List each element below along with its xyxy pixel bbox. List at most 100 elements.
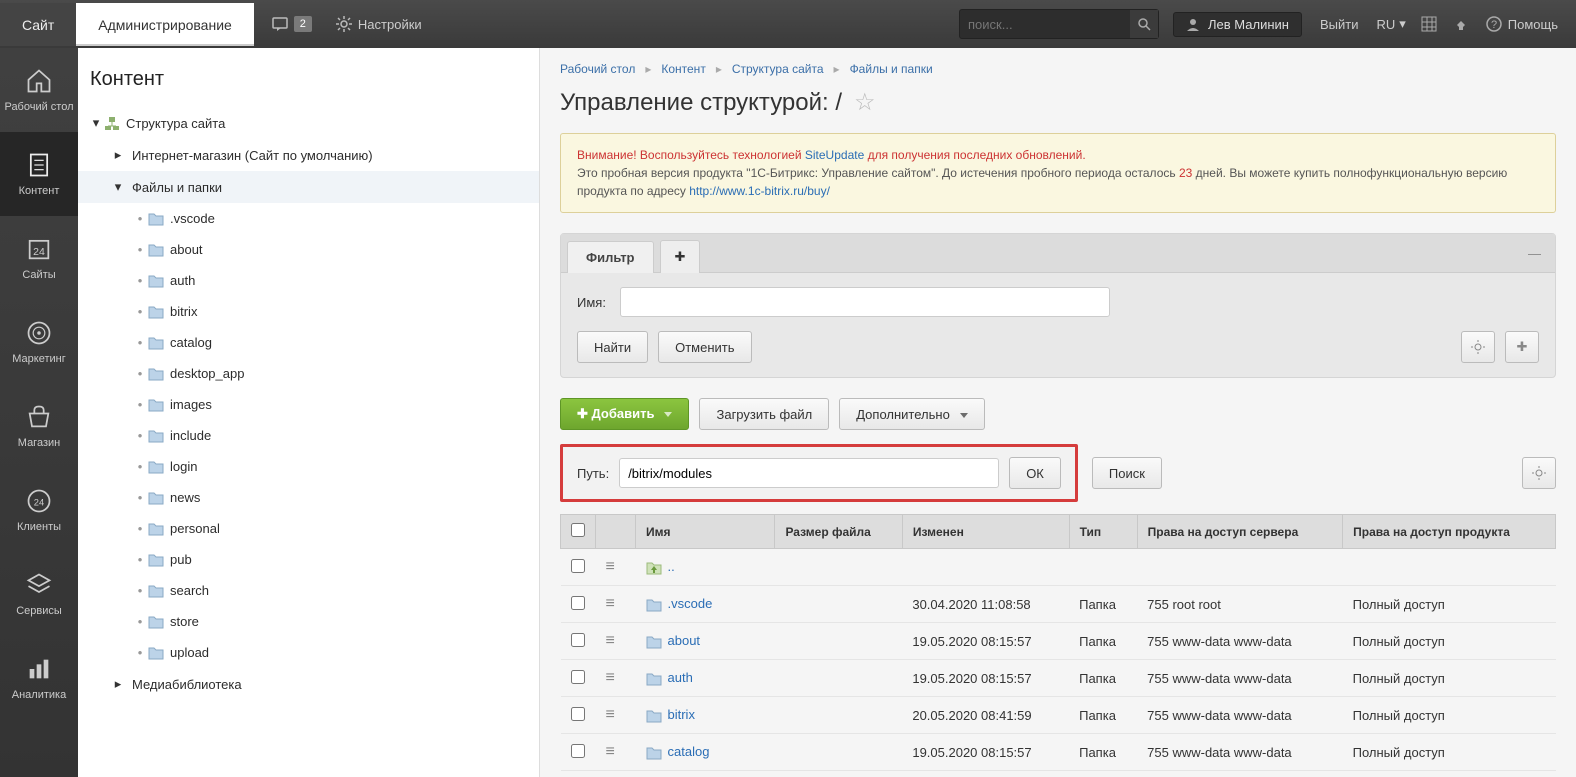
file-link[interactable]: bitrix bbox=[668, 707, 695, 722]
tree-node-files[interactable]: ▾ Файлы и папки bbox=[78, 171, 539, 203]
tree-node-shop[interactable]: ▸ Интернет-магазин (Сайт по умолчанию) bbox=[78, 139, 539, 171]
row-checkbox[interactable] bbox=[571, 633, 585, 647]
expand-icon[interactable]: • bbox=[132, 242, 148, 257]
table-row[interactable]: ≡auth19.05.2020 08:15:57Папка755 www-dat… bbox=[561, 660, 1556, 697]
tree-folder[interactable]: •store bbox=[78, 606, 539, 637]
rail-item-desktop[interactable]: Рабочий стол bbox=[0, 48, 78, 132]
file-link[interactable]: auth bbox=[668, 670, 693, 685]
msg-button[interactable]: 2 bbox=[272, 16, 312, 32]
rail-item-analytics[interactable]: Аналитика bbox=[0, 636, 78, 720]
expand-icon[interactable]: ▸ bbox=[110, 676, 126, 692]
favorite-star-icon[interactable]: ☆ bbox=[854, 88, 876, 117]
crumb-link[interactable]: Контент bbox=[661, 62, 705, 76]
select-all-checkbox[interactable] bbox=[571, 523, 585, 537]
search-icon[interactable] bbox=[1130, 10, 1158, 38]
path-input[interactable] bbox=[619, 458, 999, 488]
tree-folder[interactable]: •include bbox=[78, 420, 539, 451]
table-row[interactable]: ≡catalog19.05.2020 08:15:57Папка755 www-… bbox=[561, 734, 1556, 771]
expand-icon[interactable]: • bbox=[132, 521, 148, 536]
crumb-link[interactable]: Структура сайта bbox=[732, 62, 824, 76]
expand-icon[interactable]: • bbox=[132, 645, 148, 660]
row-menu-icon[interactable]: ≡ bbox=[606, 558, 615, 575]
expand-icon[interactable]: • bbox=[132, 397, 148, 412]
collapse-icon[interactable]: ▾ bbox=[88, 115, 104, 131]
crumb-link[interactable]: Файлы и папки bbox=[850, 62, 933, 76]
expand-icon[interactable]: • bbox=[132, 428, 148, 443]
row-checkbox[interactable] bbox=[571, 670, 585, 684]
tree-folder[interactable]: •news bbox=[78, 482, 539, 513]
user-menu[interactable]: Лев Малинин bbox=[1173, 12, 1302, 37]
table-row[interactable]: ≡.vscode30.04.2020 11:08:58Папка755 root… bbox=[561, 586, 1556, 623]
pin-icon[interactable] bbox=[1452, 15, 1470, 33]
collapse-icon[interactable]: ▾ bbox=[110, 179, 126, 195]
tree-folder[interactable]: •images bbox=[78, 389, 539, 420]
col-product-perm[interactable]: Права на доступ продукта bbox=[1343, 515, 1556, 549]
expand-icon[interactable]: • bbox=[132, 459, 148, 474]
col-size[interactable]: Размер файла bbox=[775, 515, 902, 549]
row-menu-icon[interactable]: ≡ bbox=[606, 669, 615, 686]
tree-folder[interactable]: •login bbox=[78, 451, 539, 482]
expand-icon[interactable]: • bbox=[132, 304, 148, 319]
tree-folder[interactable]: •desktop_app bbox=[78, 358, 539, 389]
expand-icon[interactable]: • bbox=[132, 366, 148, 381]
buy-link[interactable]: http://www.1c-bitrix.ru/buy/ bbox=[689, 184, 830, 198]
expand-icon[interactable]: • bbox=[132, 490, 148, 505]
tree-folder[interactable]: •pub bbox=[78, 544, 539, 575]
row-menu-icon[interactable]: ≡ bbox=[606, 706, 615, 723]
rail-item-sites[interactable]: 24 Сайты bbox=[0, 216, 78, 300]
filter-settings-button[interactable] bbox=[1461, 331, 1495, 363]
rail-item-shop[interactable]: Магазин bbox=[0, 384, 78, 468]
col-type[interactable]: Тип bbox=[1069, 515, 1137, 549]
expand-icon[interactable]: • bbox=[132, 211, 148, 226]
col-modified[interactable]: Изменен bbox=[902, 515, 1069, 549]
tab-admin[interactable]: Администрирование bbox=[76, 3, 254, 46]
add-button[interactable]: ✚ Добавить bbox=[560, 398, 689, 430]
filter-name-input[interactable] bbox=[620, 287, 1110, 317]
logout-link[interactable]: Выйти bbox=[1320, 17, 1359, 32]
expand-icon[interactable]: • bbox=[132, 273, 148, 288]
tree-node-media[interactable]: ▸ Медиабиблиотека bbox=[78, 668, 539, 700]
tree-folder[interactable]: •bitrix bbox=[78, 296, 539, 327]
row-checkbox[interactable] bbox=[571, 559, 585, 573]
filter-add-button[interactable]: ✚ bbox=[660, 240, 701, 273]
row-checkbox[interactable] bbox=[571, 707, 585, 721]
settings-button[interactable]: Настройки bbox=[336, 16, 422, 32]
tree-folder[interactable]: •personal bbox=[78, 513, 539, 544]
tree-folder[interactable]: •search bbox=[78, 575, 539, 606]
tree-folder[interactable]: •auth bbox=[78, 265, 539, 296]
table-row[interactable]: ≡.. bbox=[561, 549, 1556, 586]
row-menu-icon[interactable]: ≡ bbox=[606, 632, 615, 649]
row-checkbox[interactable] bbox=[571, 744, 585, 758]
table-row[interactable]: ≡about19.05.2020 08:15:57Папка755 www-da… bbox=[561, 623, 1556, 660]
expand-icon[interactable]: • bbox=[132, 335, 148, 350]
help-button[interactable]: ? Помощь bbox=[1486, 16, 1558, 32]
crumb-link[interactable]: Рабочий стол bbox=[560, 62, 635, 76]
tree-root[interactable]: ▾ Структура сайта bbox=[78, 107, 539, 139]
cancel-button[interactable]: Отменить bbox=[658, 331, 751, 363]
table-row[interactable]: ≡bitrix20.05.2020 08:41:59Папка755 www-d… bbox=[561, 697, 1556, 734]
tree-folder[interactable]: •upload bbox=[78, 637, 539, 668]
expand-icon[interactable]: • bbox=[132, 583, 148, 598]
find-button[interactable]: Найти bbox=[577, 331, 648, 363]
file-link[interactable]: .vscode bbox=[668, 596, 713, 611]
grid-settings-button[interactable] bbox=[1522, 457, 1556, 489]
search-input[interactable] bbox=[960, 17, 1130, 32]
filter-plus-button[interactable]: ✚ bbox=[1505, 331, 1539, 363]
expand-icon[interactable]: • bbox=[132, 552, 148, 567]
filter-tab[interactable]: Фильтр bbox=[567, 241, 654, 273]
more-button[interactable]: Дополнительно bbox=[839, 398, 985, 430]
tree-folder[interactable]: •catalog bbox=[78, 327, 539, 358]
rail-item-clients[interactable]: 24 Клиенты bbox=[0, 468, 78, 552]
grid-icon[interactable] bbox=[1420, 15, 1438, 33]
table-row[interactable]: ≡desktop_app19.05.2020 08:13:23Папка755 … bbox=[561, 771, 1556, 777]
rail-item-marketing[interactable]: Маркетинг bbox=[0, 300, 78, 384]
tab-site[interactable]: Сайт bbox=[0, 3, 76, 46]
tree-folder[interactable]: •about bbox=[78, 234, 539, 265]
global-search[interactable] bbox=[959, 9, 1159, 39]
search-button[interactable]: Поиск bbox=[1092, 457, 1162, 489]
col-server-perm[interactable]: Права на доступ сервера bbox=[1137, 515, 1342, 549]
file-link[interactable]: .. bbox=[668, 559, 675, 574]
ok-button[interactable]: ОК bbox=[1009, 457, 1061, 489]
row-menu-icon[interactable]: ≡ bbox=[606, 743, 615, 760]
row-checkbox[interactable] bbox=[571, 596, 585, 610]
